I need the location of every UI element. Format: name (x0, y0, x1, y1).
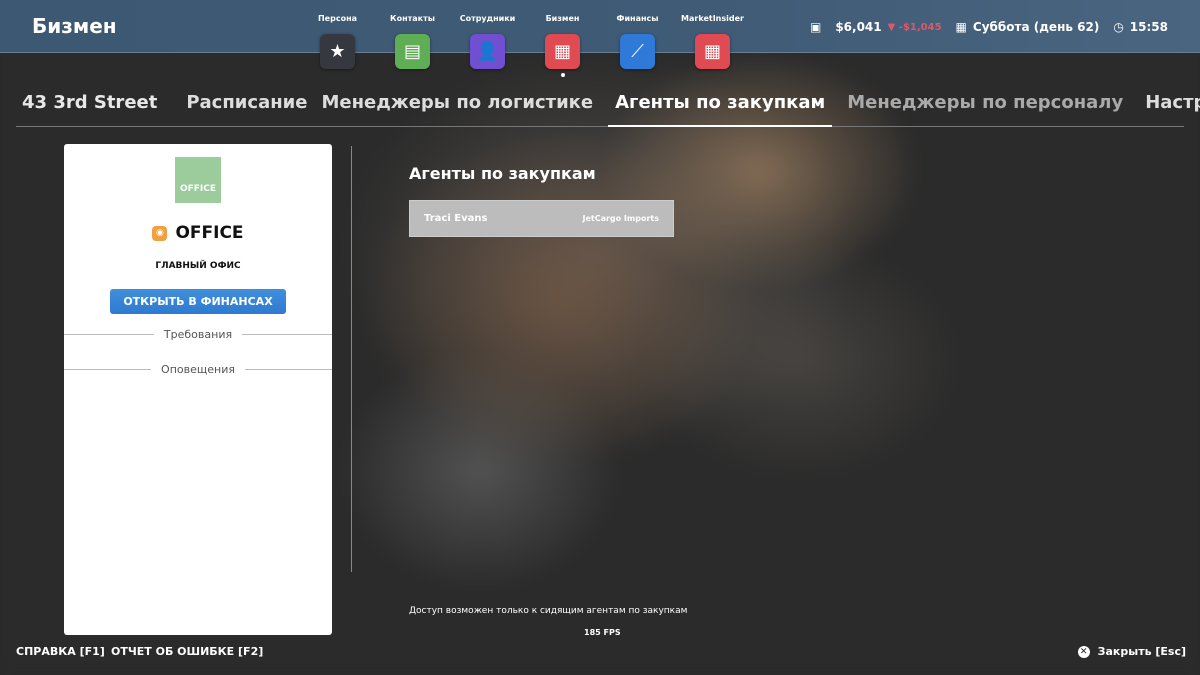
business-card: OFFICE ◉ OFFICE ГЛАВНЫЙ ОФИС ОТКРЫТЬ В ФИ… (64, 144, 332, 635)
app-label: Сотрудники (459, 14, 516, 23)
cash-icon: ▣ (809, 20, 822, 34)
tab-schedule[interactable]: Расписание (179, 82, 314, 127)
app-label: Персона (317, 14, 357, 23)
close-icon: ✕ (1077, 645, 1090, 658)
section-requirements: Требования (64, 328, 332, 341)
tab-bar: 43 3rd Street Расписание Менеджеры по ло… (16, 82, 1200, 127)
app-сотрудники[interactable]: Сотрудники 👤 (450, 14, 525, 77)
app-персона[interactable]: Персона ★ (300, 14, 375, 77)
active-indicator (560, 73, 565, 77)
open-in-finance-button[interactable]: ОТКРЫТЬ В ФИНАНСАХ (110, 289, 286, 314)
app-label: MarketInsider (681, 14, 744, 23)
fps-counter: 185 FPS (584, 628, 621, 637)
store-icon: ▦ (545, 34, 580, 69)
chat-icon: ▤ (395, 34, 430, 69)
app-бизмен[interactable]: Бизмен ▦ (525, 14, 600, 77)
badge-icon: 👤 (470, 34, 505, 69)
help-button[interactable]: СПРАВКА [F1] (16, 645, 105, 658)
close-button[interactable]: ✕ Закрыть [Esc] (1077, 645, 1186, 658)
calendar-icon: ▦ (955, 20, 967, 34)
app-финансы[interactable]: Финансы ⟋ (600, 14, 675, 77)
close-label: Закрыть [Esc] (1097, 645, 1186, 658)
store-icon: ▦ (695, 34, 730, 69)
status-bar: ▣ $6,041 ▼ -$1,045 ▦ Суббота (день 62) ◷… (810, 20, 1168, 34)
star-icon: ★ (320, 34, 355, 69)
money: $6,041 (835, 20, 882, 34)
date: Суббота (день 62) (972, 20, 1100, 34)
agent-name: Traci Evans (424, 213, 488, 224)
access-note: Доступ возможен только к сидящим агентам… (409, 606, 688, 616)
tab-purchasing-agents[interactable]: Агенты по закупкам (608, 82, 833, 127)
office-type-icon: ◉ (152, 225, 168, 241)
time: 15:58 (1129, 20, 1168, 34)
tab-address[interactable]: 43 3rd Street (16, 82, 179, 127)
app-title: Бизмен (32, 14, 117, 38)
tab-settings[interactable]: Настройки (1138, 82, 1200, 127)
agent-row[interactable]: Traci Evans JetCargo Imports (409, 200, 674, 237)
app-launcher: Персона ★ Контакты ▤ Сотрудники 👤 Бизмен ▦ Финан… (300, 14, 750, 77)
business-title: OFFICE (175, 223, 244, 243)
chart-sparkle-icon: ⟋ (620, 34, 655, 69)
business-subtitle: ГЛАВНЫЙ ОФИС (155, 261, 241, 271)
divider (351, 146, 352, 572)
tab-hr-managers[interactable]: Менеджеры по персоналу (840, 82, 1130, 127)
money-change: ▼ -$1,045 (887, 21, 942, 33)
app-marketinsider[interactable]: MarketInsider ▦ (675, 14, 750, 77)
section-heading: Агенты по закупкам (409, 164, 596, 183)
app-label: Финансы (616, 14, 659, 23)
section-notifications: Оповещения (64, 363, 332, 376)
bug-report-button[interactable]: ОТЧЕТ ОБ ОШИБКЕ [F2] (111, 645, 263, 658)
tab-logistics-managers[interactable]: Менеджеры по логистике (314, 82, 600, 127)
clock-icon: ◷ (1113, 20, 1124, 34)
agent-company: JetCargo Imports (582, 214, 659, 223)
app-label: Контакты (390, 14, 435, 23)
top-bar: Бизмен Персона ★ Контакты ▤ Сотрудники 👤 Бизме… (0, 0, 1200, 77)
app-label: Бизмен (545, 14, 580, 23)
app-контакты[interactable]: Контакты ▤ (375, 14, 450, 77)
office-thumbnail: OFFICE (175, 157, 221, 203)
